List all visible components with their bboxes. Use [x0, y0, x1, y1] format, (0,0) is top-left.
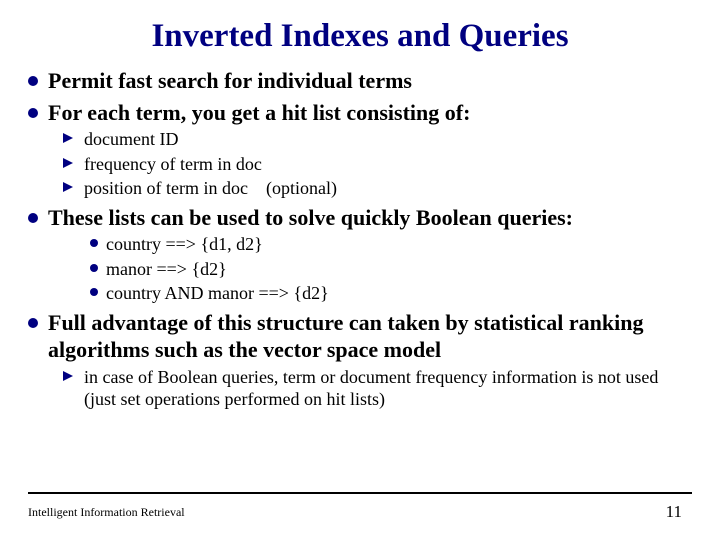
bullet-level1: These lists can be used to solve quickly… [28, 204, 692, 232]
bullet-level1: Permit fast search for individual terms [28, 67, 692, 95]
bullet-text: country ==> {d1, d2} [106, 233, 263, 256]
bullet-level2: in case of Boolean queries, term or docu… [62, 366, 692, 411]
bullet-dot-icon [28, 76, 38, 86]
slide-title: Inverted Indexes and Queries [0, 0, 720, 63]
bullet-level2: position of term in doc (optional) [62, 177, 692, 200]
bullet-level1: For each term, you get a hit list consis… [28, 99, 692, 127]
bullet-text: manor ==> {d2} [106, 258, 227, 281]
bullet-level2-alt: manor ==> {d2} [90, 258, 692, 281]
slide: Inverted Indexes and Queries Permit fast… [0, 0, 720, 540]
bullet-dot-icon [28, 213, 38, 223]
slide-body: Permit fast search for individual terms … [0, 67, 720, 411]
bullet-text: Full advantage of this structure can tak… [48, 309, 692, 364]
bullet-level2: frequency of term in doc [62, 153, 692, 176]
bullet-text: frequency of term in doc [84, 153, 262, 176]
bullet-level2-alt: country ==> {d1, d2} [90, 233, 692, 256]
bullet-dot-small-icon [90, 264, 98, 272]
footer-divider [28, 492, 692, 494]
bullet-level2: document ID [62, 128, 692, 151]
bullet-text: document ID [84, 128, 178, 151]
bullet-dot-icon [28, 108, 38, 118]
bullet-text: country AND manor ==> {d2} [106, 282, 329, 305]
bullet-text: These lists can be used to solve quickly… [48, 204, 573, 232]
bullet-level2-alt: country AND manor ==> {d2} [90, 282, 692, 305]
bullet-text: For each term, you get a hit list consis… [48, 99, 470, 127]
bullet-text: in case of Boolean queries, term or docu… [84, 366, 692, 411]
bullet-dot-small-icon [90, 288, 98, 296]
page-number: 11 [666, 502, 682, 522]
bullet-level1: Full advantage of this structure can tak… [28, 309, 692, 364]
bullet-text: position of term in doc (optional) [84, 177, 337, 200]
bullet-dot-icon [28, 318, 38, 328]
arrow-icon [62, 156, 76, 170]
arrow-icon [62, 131, 76, 145]
bullet-dot-small-icon [90, 239, 98, 247]
bullet-text: Permit fast search for individual terms [48, 67, 412, 95]
arrow-icon [62, 180, 76, 194]
footer-label: Intelligent Information Retrieval [28, 505, 185, 520]
arrow-icon [62, 369, 76, 383]
